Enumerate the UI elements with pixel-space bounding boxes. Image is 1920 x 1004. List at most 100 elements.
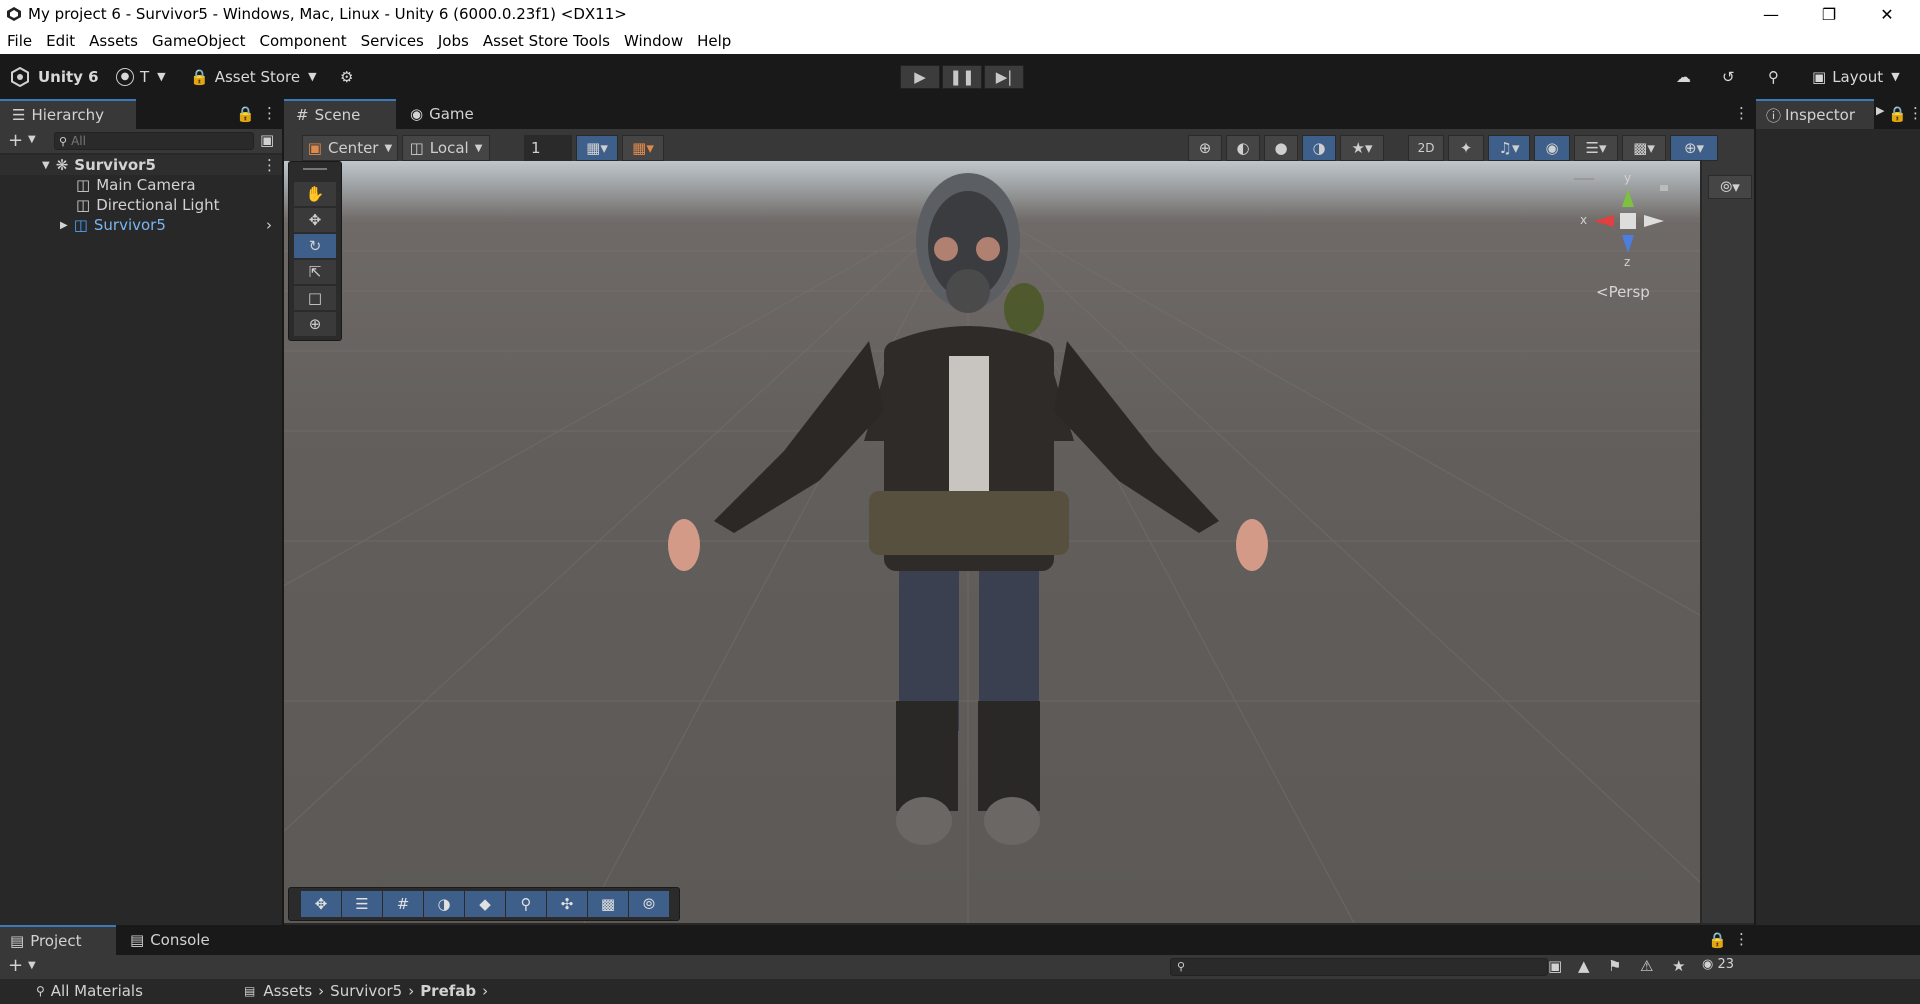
space-dropdown[interactable]: ◫ Local ▼ [402,135,490,161]
pivot-dropdown[interactable]: ▣ Center ▼ [302,135,398,161]
chevron-right-icon[interactable]: ▶ [1876,104,1884,117]
menu-services[interactable]: Services [354,32,431,50]
overlay-camera-button[interactable]: ▩ [588,891,628,917]
chevron-down-icon[interactable]: ▼ [28,134,36,145]
tree-row-directional-light[interactable]: ◫ Directional Light [0,195,282,215]
lighting-toggle-button[interactable]: ✦ [1448,135,1484,161]
tree-row-prefab[interactable]: ▶ ◫ Survivor5 › [0,215,282,235]
menu-assets[interactable]: Assets [82,32,145,50]
layout-dropdown[interactable]: ▣ Layout ▼ [1812,54,1900,99]
orientation-gizmo[interactable]: y x z [1574,171,1684,281]
more-options-icon[interactable]: ⋮ [1908,104,1920,122]
hand-tool-button[interactable]: ✋ [294,182,336,206]
draw-mode-wire-button[interactable]: ⊕ [1188,135,1222,161]
breadcrumb-survivor5[interactable]: Survivor5 [330,982,402,1000]
asset-store-dropdown[interactable]: 🔒 Asset Store ▼ [190,54,317,99]
label-filter-icon[interactable]: ⚑ [1608,957,1621,975]
account-dropdown[interactable]: ● T ▼ [116,54,166,99]
overlay-pivot-button[interactable]: ✣ [547,891,587,917]
settings-cog-button[interactable]: ⚙ [340,54,353,99]
more-options-icon[interactable]: ⋮ [262,156,277,174]
menu-help[interactable]: Help [690,32,738,50]
chevron-down-icon[interactable]: ▼ [28,960,36,971]
tree-row-main-camera[interactable]: ◫ Main Camera [0,175,282,195]
lock-icon[interactable]: 🔒 [1888,105,1907,123]
menu-file[interactable]: File [0,32,39,50]
project-favorite-all-materials[interactable]: ⚲ All Materials [36,982,143,1000]
tree-row-scene[interactable]: ▼ ❋ Survivor5 ⋮ [0,155,282,175]
menu-asset-store-tools[interactable]: Asset Store Tools [476,32,617,50]
tab-project[interactable]: ▤ Project [0,925,116,955]
tab-console[interactable]: ▤ Console [118,925,228,955]
overlay-lighting-button[interactable]: ◑ [424,891,464,917]
lock-icon[interactable]: 🔒 [1708,931,1727,949]
menu-edit[interactable]: Edit [39,32,82,50]
projection-label[interactable]: <Persp [1596,283,1650,301]
step-button[interactable]: ▶| [984,65,1024,89]
snap-increment-button[interactable]: ▦▾ [622,135,664,161]
hierarchy-search[interactable]: ⚲ All [54,132,254,150]
menu-jobs[interactable]: Jobs [431,32,476,50]
draw-mode-shaded-button[interactable]: ● [1264,135,1298,161]
debug-draw-dropdown[interactable]: ★▾ [1340,135,1384,161]
menu-gameobject[interactable]: GameObject [145,32,253,50]
restore-button[interactable]: ❐ [1800,0,1858,28]
lock-icon[interactable]: 🔒 [236,105,255,123]
grid-snap-button[interactable]: ▦▾ [576,135,618,161]
overlay-move-button[interactable]: ✥ [301,891,341,917]
breadcrumb-assets[interactable]: Assets [263,982,312,1000]
audio-toggle-button[interactable]: ♫▾ [1488,135,1530,161]
camera-settings-dropdown[interactable]: ▩▾ [1622,135,1666,161]
more-options-icon[interactable]: ⋮ [262,104,277,122]
overlay-search-button[interactable]: ⚲ [506,891,546,917]
drag-handle[interactable] [303,168,327,170]
minimize-button[interactable]: — [1742,0,1800,28]
pause-button[interactable]: ❚❚ [942,65,982,89]
menu-component[interactable]: Component [253,32,354,50]
unity-brand[interactable]: Unity 6 [10,54,99,99]
more-options-icon[interactable]: ⋮ [1734,930,1749,948]
effects-dropdown[interactable]: ☰▾ [1574,135,1618,161]
toggle-2d-button[interactable]: 2D [1408,135,1444,161]
filter-type-icon[interactable]: ▲ [1578,957,1590,975]
search-type-icon[interactable]: ▣ [1548,957,1562,975]
scale-tool-button[interactable]: ⇱ [294,260,336,284]
cloud-button[interactable]: ☁ [1676,54,1691,99]
project-search-input[interactable]: ⚲ [1170,958,1548,976]
warning-icon[interactable]: ⚠ [1640,957,1653,975]
overlay-grid-button[interactable]: # [383,891,423,917]
overlay-orientation-button[interactable]: ⦾ [629,891,669,917]
transform-tool-button[interactable]: ⊕ [294,312,336,336]
hidden-count[interactable]: ◉ 23 [1702,957,1734,972]
more-options-icon[interactable]: ⋮ [1734,104,1749,122]
tab-inspector[interactable]: ⓘ Inspector [1756,99,1874,129]
move-tool-button[interactable]: ✥ [294,208,336,232]
search-filter-icon[interactable]: ▣ [260,131,274,149]
visibility-toggle-button[interactable]: ◉ [1534,135,1570,161]
history-button[interactable]: ↺ [1722,54,1735,99]
scene-viewport[interactable]: ✋ ✥ ↻ ⇱ □ ⊕ y x z <Persp ✥ ☰ # ◑ ◆ ⚲ ✣ ▩… [284,161,1700,923]
gizmos-dropdown[interactable]: ⊕▾ [1670,135,1718,161]
star-icon[interactable]: ★ [1672,957,1685,975]
draw-mode-lit-button[interactable]: ◑ [1302,135,1336,161]
tab-game[interactable]: ◉ Game [398,99,498,129]
play-button[interactable]: ▶ [900,65,940,89]
tab-scene[interactable]: # Scene [284,99,396,129]
rotate-tool-button[interactable]: ↻ [294,234,336,258]
expand-arrow-icon[interactable]: ▶ [60,220,68,231]
close-window-button[interactable]: ✕ [1858,0,1916,28]
draw-mode-shaded-wire-button[interactable]: ◐ [1226,135,1260,161]
expand-arrow-icon[interactable]: ▼ [42,160,50,171]
search-button[interactable]: ⚲ [1768,54,1779,99]
tab-hierarchy[interactable]: ☰ Hierarchy [0,99,136,129]
grid-size-input[interactable]: 1 [524,135,572,161]
rect-tool-button[interactable]: □ [294,286,336,310]
overlay-settings-button[interactable]: ☰ [342,891,382,917]
chevron-right-icon[interactable]: › [266,216,272,234]
overlay-layers-button[interactable]: ◆ [465,891,505,917]
menu-window[interactable]: Window [617,32,690,50]
add-icon[interactable]: + [8,955,23,976]
add-icon[interactable]: + [8,130,23,151]
orientation-mode-dropdown[interactable]: ⦾▾ [1708,175,1752,199]
breadcrumb-prefab[interactable]: Prefab [420,982,476,1000]
